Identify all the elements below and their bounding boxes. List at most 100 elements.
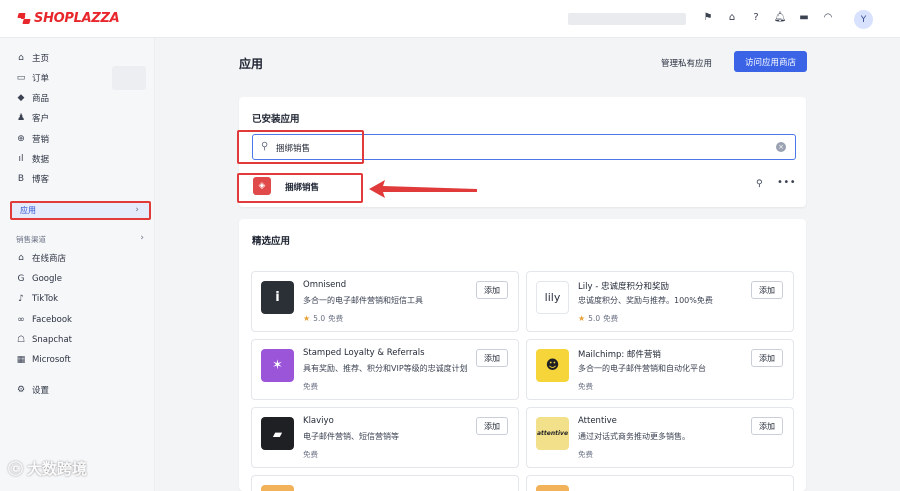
sidebar-item-label: Google bbox=[32, 274, 62, 284]
sidebar-item-blog[interactable]: B 博客 bbox=[16, 172, 49, 186]
app-card-lily[interactable]: lily Lily - 忠诚度积分和奖励 忠诚度积分、奖励与推荐。100%免费 … bbox=[526, 271, 794, 332]
watermark: ⓒ 大数跨境 bbox=[8, 458, 87, 479]
add-button[interactable]: 添加 bbox=[476, 281, 508, 299]
more-icon[interactable]: ••• bbox=[777, 177, 796, 188]
wifi-icon[interactable]: ◠ bbox=[822, 12, 834, 24]
chart-icon: ıl bbox=[18, 154, 24, 164]
app-description: 具有奖励、推荐、积分和VIP等级的忠诚度计划 bbox=[303, 364, 468, 373]
app-meta: 免费 bbox=[303, 449, 318, 460]
sidebar-item-facebook[interactable]: ∞ Facebook bbox=[16, 313, 72, 327]
app-card-mailchimp[interactable]: ☻ Mailchimp: 邮件营销 多合一的电子邮件营销和自动化平台 免费 添加 bbox=[526, 339, 794, 400]
add-button[interactable]: 添加 bbox=[751, 417, 783, 435]
sidebar-item-google[interactable]: G Google bbox=[16, 272, 62, 286]
app-name: Lily - 忠诚度积分和奖励 bbox=[578, 282, 669, 292]
add-button[interactable]: 添加 bbox=[751, 349, 783, 367]
store-icon[interactable]: ⌂ bbox=[726, 12, 738, 24]
sidebar-item-label: 订单 bbox=[32, 74, 50, 84]
gear-icon: ⚙ bbox=[16, 385, 26, 395]
app-price: 免费 bbox=[578, 382, 593, 391]
chevron-right-icon[interactable]: › bbox=[140, 233, 144, 243]
main-content: 应用 管理私有应用 访问应用商店 已安装应用 ⚲ 捆绑销售 × ◈ 捆绑销售 ⚲… bbox=[155, 38, 900, 491]
app-price: 免费 bbox=[303, 382, 318, 391]
snapchat-icon: ☖ bbox=[16, 335, 26, 345]
orders-icon: ▭ bbox=[16, 73, 26, 83]
app-rating: 5.0 bbox=[313, 314, 326, 323]
sidebar-item-analytics[interactable]: ıl 数据 bbox=[16, 152, 49, 166]
blog-icon: B bbox=[17, 174, 25, 184]
app-name: Omnisend bbox=[303, 280, 347, 290]
sidebar-item-label: Microsoft bbox=[32, 355, 71, 365]
app-rating: 5.0 bbox=[588, 314, 601, 323]
visit-app-store-button[interactable]: 访问应用商店 bbox=[734, 51, 807, 72]
storefront-icon: ⌂ bbox=[18, 253, 24, 263]
app-card-klaviyo[interactable]: ▰ Klaviyo 电子邮件营销、短信营销等 免费 添加 bbox=[251, 407, 519, 468]
sidebar-item-settings[interactable]: ⚙ 设置 bbox=[16, 383, 49, 397]
featured-apps-card: 精选应用 i Omnisend 多合一的电子邮件营销和短信工具 ★ 5.0 免费… bbox=[239, 219, 806, 491]
app-card-partial[interactable] bbox=[251, 475, 519, 491]
app-card-stamped[interactable]: ✶ Stamped Loyalty & Referrals 具有奖励、推荐、积分… bbox=[251, 339, 519, 400]
bell-icon[interactable]: 🔔︎ bbox=[774, 12, 787, 24]
manage-private-apps-link[interactable]: 管理私有应用 bbox=[661, 57, 712, 69]
sidebar-item-tiktok[interactable]: ♪ TikTok bbox=[16, 292, 58, 306]
installed-apps-title: 已安装应用 bbox=[252, 114, 300, 125]
sidebar-item-microsoft[interactable]: ▦ Microsoft bbox=[16, 353, 71, 367]
avatar[interactable]: Y bbox=[854, 10, 873, 29]
tag-icon: ◆ bbox=[17, 93, 25, 103]
sidebar: ⌂ 主页 ▭ 订单 ◆ 商品 ♟ 客户 ⊕ 营销 ıl 数据 B 博客 应用 ›… bbox=[0, 38, 155, 491]
sales-channels-heading[interactable]: 销售渠道 bbox=[16, 234, 46, 245]
sidebar-item-snapchat[interactable]: ☖ Snapchat bbox=[16, 333, 72, 347]
sidebar-item-products[interactable]: ◆ 商品 bbox=[16, 91, 49, 105]
sidebar-item-apps[interactable]: 应用 › bbox=[10, 201, 151, 220]
sidebar-item-label: 营销 bbox=[32, 135, 50, 145]
stamped-logo-icon: ✶ bbox=[261, 349, 294, 382]
pin-icon[interactable]: ⚲ bbox=[756, 179, 763, 189]
annotation-box bbox=[237, 130, 364, 164]
app-name: Stamped Loyalty & Referrals bbox=[303, 348, 425, 358]
chevron-right-icon: › bbox=[135, 205, 139, 215]
clear-icon[interactable]: × bbox=[776, 142, 786, 152]
app-meta: 免费 bbox=[303, 381, 318, 392]
sidebar-item-orders[interactable]: ▭ 订单 bbox=[16, 71, 49, 85]
sidebar-item-marketing[interactable]: ⊕ 营销 bbox=[16, 132, 49, 146]
add-button[interactable]: 添加 bbox=[751, 281, 783, 299]
app-description: 多合一的电子邮件营销和自动化平台 bbox=[578, 364, 706, 373]
meta-icon: ∞ bbox=[17, 315, 25, 325]
sidebar-item-label: 数据 bbox=[32, 155, 50, 165]
tiktok-icon: ♪ bbox=[18, 294, 24, 304]
sidebar-item-label: 在线商店 bbox=[32, 254, 67, 264]
top-bar: SHOPLAZZA ⚑ ⌂ ? 🔔︎ ▬ ◠ Y bbox=[0, 0, 900, 38]
app-meta: ★ 5.0 免费 bbox=[303, 313, 343, 324]
annotation-box bbox=[237, 173, 363, 203]
app-price: 免费 bbox=[328, 314, 344, 323]
app-card-attentive[interactable]: attentive Attentive 通过对话式商务推动更多销售。 免费 添加 bbox=[526, 407, 794, 468]
sidebar-item-online-store[interactable]: ⌂ 在线商店 bbox=[16, 251, 66, 265]
annotation-arrow bbox=[369, 180, 477, 198]
home-icon: ⌂ bbox=[18, 53, 24, 63]
marketing-icon: ⊕ bbox=[17, 134, 25, 144]
shoplazza-logo[interactable]: SHOPLAZZA bbox=[17, 11, 120, 26]
add-button[interactable]: 添加 bbox=[476, 417, 508, 435]
help-icon[interactable]: ? bbox=[750, 12, 762, 24]
omnisend-logo-icon: i bbox=[261, 281, 294, 314]
app-card-omnisend[interactable]: i Omnisend 多合一的电子邮件营销和短信工具 ★ 5.0 免费 添加 bbox=[251, 271, 519, 332]
sidebar-item-label: 应用 bbox=[20, 206, 36, 215]
app-meta: ★ 5.0 免费 bbox=[578, 313, 618, 324]
sidebar-item-label: 客户 bbox=[32, 114, 50, 124]
sidebar-item-home[interactable]: ⌂ 主页 bbox=[16, 51, 49, 65]
section-label-text: 销售渠道 bbox=[16, 235, 46, 244]
app-meta: 免费 bbox=[578, 449, 593, 460]
flag-icon[interactable]: ⚑ bbox=[702, 12, 714, 24]
google-icon: G bbox=[17, 274, 25, 284]
add-button[interactable]: 添加 bbox=[476, 349, 508, 367]
sidebar-item-label: 博客 bbox=[32, 175, 50, 185]
app-name: Attentive bbox=[578, 416, 617, 426]
app-description: 电子邮件营销、短信营销等 bbox=[303, 432, 399, 441]
watermark-logo-icon: ⓒ bbox=[8, 460, 24, 478]
sidebar-item-customers[interactable]: ♟ 客户 bbox=[16, 111, 49, 125]
person-icon: ♟ bbox=[16, 113, 26, 123]
app-description: 忠诚度积分、奖励与推荐。100%免费 bbox=[578, 296, 713, 305]
app-card-partial[interactable] bbox=[526, 475, 794, 491]
chat-icon[interactable]: ▬ bbox=[798, 12, 810, 24]
app-name: Klaviyo bbox=[303, 416, 334, 426]
klaviyo-logo-icon: ▰ bbox=[261, 417, 294, 450]
